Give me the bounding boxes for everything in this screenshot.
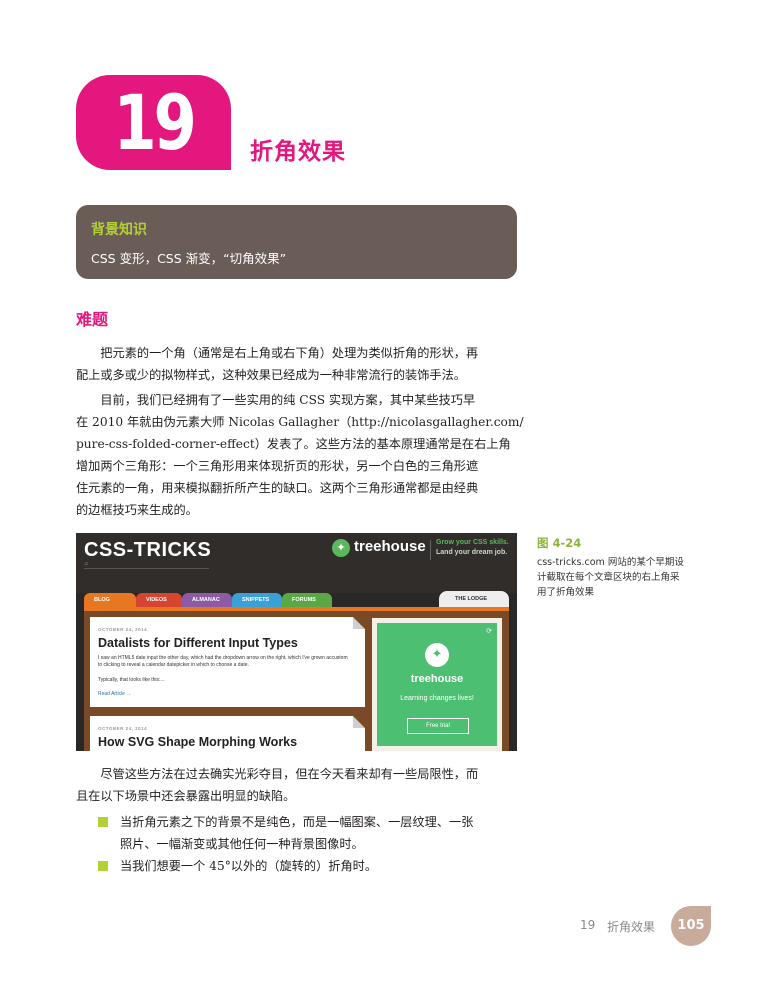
footer-chapter-number: 19 [580, 918, 596, 932]
section-heading: 难题 [76, 310, 109, 329]
article-date: OCTOBER 24, 2014 [98, 726, 148, 731]
caption-line: 用了折角效果 [537, 587, 595, 598]
paragraph-2: 目前，我们已经拥有了一些实用的纯 CSS 实现方案，其中某些技巧早 在 2010… [76, 389, 524, 521]
treehouse-tagline: Grow your CSS skills. Land your dream jo… [436, 538, 509, 558]
caption-line: css-tricks.com 网站的某个早期设 [537, 557, 684, 568]
treehouse-tagline-1: Grow your CSS skills. [436, 539, 509, 546]
article-excerpt: I saw an HTML5 date input the other day,… [98, 655, 348, 668]
background-box-title: 背景知识 [91, 222, 147, 238]
bullet-square-icon [98, 861, 108, 871]
ad-close-icon: ⟳ [486, 627, 492, 635]
nav-tab-almanac: ALMANAC [182, 593, 232, 607]
folded-corner [353, 617, 365, 629]
article-excerpt-2: Typically, that looks like this:... [98, 677, 165, 683]
bullet-list: 当折角元素之下的背景不是纯色，而是一幅图案、一层纹理、一张 照片、一幅渐变或其他… [98, 811, 518, 877]
background-knowledge-box: 背景知识 CSS 变形，CSS 渐变，“切角效果” [76, 205, 517, 279]
paragraph-line: 在 2010 年就由伪元素大师 Nicolas Gallagher（http:/… [76, 415, 524, 429]
treehouse-logo-icon: ✦ [332, 539, 350, 557]
read-article-link: Read Article → [98, 691, 132, 697]
css-tricks-logo: CSS-TRICKS [84, 539, 212, 561]
bullet-item: 当我们想要一个 45°以外的（旋转的）折角时。 [98, 855, 518, 877]
treehouse-tagline-2: Land your dream job. [436, 549, 508, 556]
nav-tab-snippets: SNIPPETS [232, 593, 282, 607]
nav-tab-forums: FORUMS [282, 593, 332, 607]
folded-corner [353, 716, 365, 728]
paragraph-3: 尽管这些方法在过去确实光彩夺目，但在今天看来却有一些局限性，而 且在以下场景中还… [76, 763, 517, 807]
nav-tab-videos: VIDEOS [136, 593, 182, 607]
ad-free-trial-button: Free trial [407, 718, 469, 734]
bullet-line: 照片、一幅渐变或其他任何一种背景图像时。 [120, 837, 364, 851]
paragraph-line: 且在以下场景中还会暴露出明显的缺陷。 [76, 789, 296, 803]
bullet-line: 当折角元素之下的背景不是纯色，而是一幅图案、一层纹理、一张 [120, 815, 474, 829]
figure-number: 图 4-24 [537, 536, 582, 550]
footer-chapter-title: 折角效果 [607, 920, 656, 934]
article-title: How SVG Shape Morphing Works [98, 735, 298, 749]
ad-wordmark: treehouse [410, 673, 464, 685]
paragraph-line: 尽管这些方法在过去确实光彩夺目，但在今天看来却有一些局限性，而 [76, 767, 479, 781]
paragraph-line: 增加两个三角形：一个三角形用来体现折页的形状，另一个白色的三角形遮 [76, 459, 479, 473]
paragraph-line: 配上或多或少的拟物样式，这种效果已经成为一种非常流行的装饰手法。 [76, 368, 466, 382]
nav-tab-blog: BLOG [84, 593, 136, 607]
paragraph-line: 的边框技巧来生成的。 [76, 503, 198, 517]
paragraph-line: pure-css-folded-corner-effect）发表了。这些方法的基… [76, 437, 511, 451]
paragraph-1: 把元素的一个角（通常是右上角或右下角）处理为类似折角的形状，再 配上或多或少的拟… [76, 342, 517, 386]
bullet-item: 当折角元素之下的背景不是纯色，而是一幅图案、一层纹理、一张 照片、一幅渐变或其他… [98, 811, 518, 855]
site-search-line [84, 561, 209, 569]
site-header: CSS-TRICKS ⌕ ✦ treehouse Grow your CSS s… [76, 533, 517, 593]
treehouse-wordmark: treehouse [354, 538, 426, 555]
chapter-title: 折角效果 [250, 139, 346, 165]
background-box-body: CSS 变形，CSS 渐变，“切角效果” [91, 251, 287, 266]
article-card-1: OCTOBER 24, 2014 Datalists for Different… [90, 617, 365, 707]
search-icon: ⌕ [84, 559, 90, 569]
ad-treehouse-icon: ✦ [425, 643, 449, 667]
ad-panel: ⟳ ✦ treehouse Learning changes lives! Fr… [377, 623, 497, 746]
paragraph-line: 住元素的一角，用来模拟翻折所产生的缺口。这两个三角形通常都是由经典 [76, 481, 479, 495]
figure-caption: 图 4-24 css-tricks.com 网站的某个早期设 计截取在每个文章区… [537, 535, 707, 600]
figure-caption-text: css-tricks.com 网站的某个早期设 计截取在每个文章区块的右上角采 … [537, 555, 707, 600]
chapter-number: 19 [113, 77, 196, 167]
paragraph-line: 目前，我们已经拥有了一些实用的纯 CSS 实现方案，其中某些技巧早 [76, 393, 476, 407]
caption-line: 计截取在每个文章区块的右上角采 [537, 572, 680, 583]
bullet-line: 当我们想要一个 45°以外的（旋转的）折角时。 [120, 859, 378, 873]
treehouse-ad: ⟳ ✦ treehouse Learning changes lives! Fr… [372, 618, 502, 751]
ad-tagline: Learning changes lives! [400, 695, 474, 702]
article-date: OCTOBER 24, 2014 [98, 627, 148, 632]
bullet-square-icon [98, 817, 108, 827]
article-card-2: OCTOBER 24, 2014 How SVG Shape Morphing … [90, 716, 365, 751]
header-divider [430, 540, 431, 560]
paragraph-line: 把元素的一个角（通常是右上角或右下角）处理为类似折角的形状，再 [76, 346, 479, 360]
article-title: Datalists for Different Input Types [98, 636, 298, 650]
figure-screenshot: CSS-TRICKS ⌕ ✦ treehouse Grow your CSS s… [76, 533, 517, 751]
page-number: 105 [671, 906, 711, 946]
